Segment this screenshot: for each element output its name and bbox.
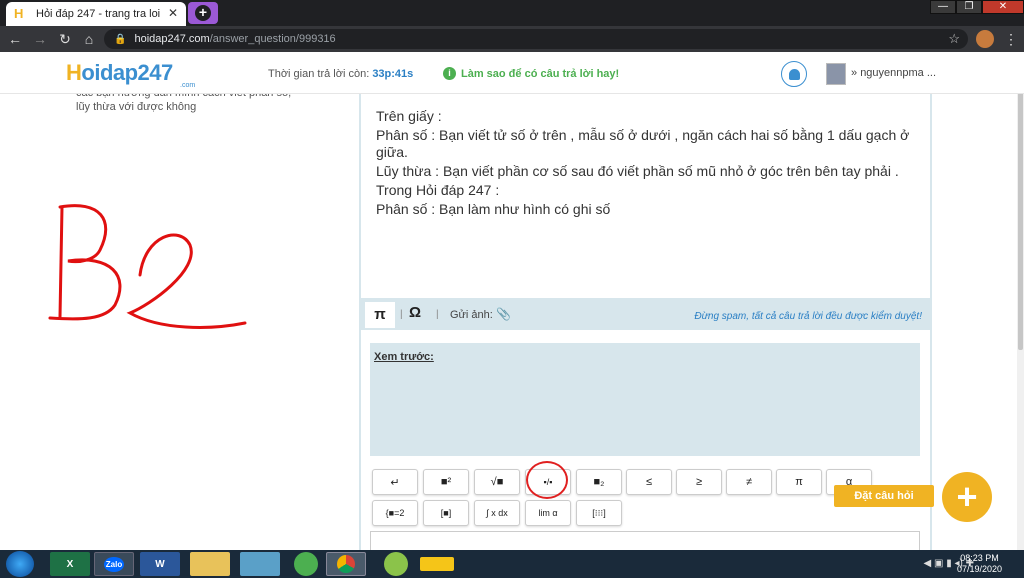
math-tab-button[interactable]: π xyxy=(365,302,395,328)
integral-button[interactable]: ∫ x dx xyxy=(474,500,520,526)
limit-button[interactable]: lim α xyxy=(525,500,571,526)
timer-label: Thời gian trả lời còn: xyxy=(268,68,370,80)
answer-content[interactable]: Trên giấy : Phân số : Bạn viết tử số ở t… xyxy=(361,94,930,298)
start-button[interactable] xyxy=(6,551,34,577)
plus-icon: + xyxy=(195,5,211,21)
zalo-icon: Zalo xyxy=(103,556,125,572)
not-equal-button[interactable]: ≠ xyxy=(726,469,772,495)
symbol-tab-button[interactable]: Ω xyxy=(409,304,421,321)
answer-tip-link[interactable]: i Làm sao để có câu trả lời hay! xyxy=(443,67,619,80)
chrome-taskbar-button[interactable] xyxy=(326,552,366,576)
taskbar-clock[interactable]: 08:23 PM 07/19/2020 xyxy=(957,553,1002,575)
clock-time: 08:23 PM xyxy=(960,553,999,563)
crayola-icon[interactable] xyxy=(420,557,454,571)
upload-image-label: Gửi ảnh: xyxy=(450,309,493,321)
answer-line: Phân số : Bạn viết tử số ở trên , mẫu số… xyxy=(376,127,910,160)
grid-button[interactable]: [⁝⁝⁝] xyxy=(576,500,622,526)
ask-question-button[interactable]: + xyxy=(942,472,992,522)
site-logo[interactable]: Hoidap247 xyxy=(66,60,173,86)
browser-titlebar: H Hỏi đáp 247 - trang tra loi ✕ + — ❐ ✕ xyxy=(0,0,1024,26)
handwritten-b2-annotation xyxy=(48,204,247,329)
preview-label: Xem trước: xyxy=(374,351,434,363)
address-bar[interactable]: 🔒 hoidap247.com /answer_question/999316 … xyxy=(104,29,968,49)
answer-line: Trên giấy : xyxy=(376,108,442,124)
answer-timer: Thời gian trả lời còn: 33p:41s xyxy=(268,68,413,80)
answer-line: Lũy thừa : Bạn viết phần cơ số sau đó vi… xyxy=(376,163,899,179)
url-host: hoidap247.com xyxy=(134,33,210,45)
tab-title: Hỏi đáp 247 - trang tra loi xyxy=(36,8,161,20)
word-icon[interactable]: W xyxy=(140,552,180,576)
preview-box: Xem trước: xyxy=(370,343,920,456)
site-header: Hoidap247 .com Thời gian trả lời còn: 33… xyxy=(0,52,1024,94)
subscript-button[interactable]: ■₂ xyxy=(576,469,622,495)
matrix-button[interactable]: [■] xyxy=(423,500,469,526)
profile-avatar[interactable] xyxy=(976,30,994,48)
new-tab-button[interactable]: + xyxy=(188,2,218,24)
browser-tab[interactable]: H Hỏi đáp 247 - trang tra loi ✕ xyxy=(6,2,186,26)
answer-line: Trong Hỏi đáp 247 : xyxy=(376,182,500,198)
red-highlight-circle xyxy=(526,461,568,499)
plus-icon: + xyxy=(956,476,978,517)
greater-equal-button[interactable]: ≥ xyxy=(676,469,722,495)
back-arrow-icon[interactable]: ← xyxy=(6,30,24,48)
browser-menu-icon[interactable]: ⋮ xyxy=(1004,30,1018,48)
editor-toolbar: π | Ω | Gửi ảnh: 📎 Đừng spam, tất cả câu… xyxy=(361,298,930,330)
lock-icon: 🔒 xyxy=(114,33,127,45)
window-controls: — ❐ ✕ xyxy=(930,0,1024,14)
app-icon[interactable] xyxy=(240,552,280,576)
bookmark-star-icon[interactable]: ☆ xyxy=(948,31,960,47)
zalo-taskbar-button[interactable]: Zalo xyxy=(94,552,134,576)
minimize-button[interactable]: — xyxy=(930,0,956,14)
toolbar-divider: | xyxy=(400,309,403,320)
question-line-2: lũy thừa với được không xyxy=(76,101,197,113)
newline-button[interactable]: ↵ xyxy=(372,469,418,495)
less-equal-button[interactable]: ≤ xyxy=(626,469,672,495)
root-button[interactable]: √■ xyxy=(474,469,520,495)
coccoc-icon[interactable] xyxy=(294,552,318,576)
scrollbar-thumb[interactable] xyxy=(1018,60,1023,350)
home-icon[interactable]: ⌂ xyxy=(80,30,98,48)
file-explorer-icon[interactable] xyxy=(190,552,230,576)
pi-button[interactable]: π xyxy=(776,469,822,495)
tip-text: Làm sao để có câu trả lời hay! xyxy=(461,67,620,80)
logo-sub: .com xyxy=(180,82,196,89)
window-close-button[interactable]: ✕ xyxy=(982,0,1024,14)
reload-icon[interactable]: ↻ xyxy=(56,30,74,48)
excel-icon[interactable]: X xyxy=(50,552,90,576)
user-avatar[interactable] xyxy=(826,63,846,85)
paperclip-icon[interactable]: 📎 xyxy=(496,307,511,321)
paint-icon[interactable] xyxy=(384,552,408,576)
notification-bell-icon[interactable] xyxy=(781,61,807,87)
username-text: nguyennpma ... xyxy=(860,67,937,79)
url-path: /answer_question/999316 xyxy=(209,33,336,45)
no-spam-notice: Đừng spam, tất cả câu trả lời đều được k… xyxy=(694,311,922,322)
ask-question-label[interactable]: Đặt câu hỏi xyxy=(834,485,934,507)
answer-input[interactable] xyxy=(370,531,920,550)
chrome-icon xyxy=(337,555,355,573)
logo-text: oidap247 xyxy=(81,60,173,85)
timer-value: 33p:41s xyxy=(372,68,414,80)
chevron-down-icon: » xyxy=(851,67,858,79)
forward-arrow-icon[interactable]: → xyxy=(31,30,49,48)
toolbar-divider: | xyxy=(436,309,439,320)
power-button[interactable]: ■² xyxy=(423,469,469,495)
info-icon: i xyxy=(443,67,456,80)
user-menu[interactable]: » nguyennpma ... xyxy=(851,67,936,79)
system-button[interactable]: {■=2 xyxy=(372,500,418,526)
tab-close-icon[interactable]: ✕ xyxy=(168,6,178,20)
hoidap-favicon-icon: H xyxy=(14,6,24,21)
windows-taskbar: X Zalo W ◀ ▣ ▮ ◂) ✚ 08:23 PM 07/19/2020 xyxy=(0,550,1024,578)
maximize-button[interactable]: ❐ xyxy=(956,0,982,14)
clock-date: 07/19/2020 xyxy=(956,564,1002,574)
answer-line: Phân số : Bạn làm như hình có ghi số xyxy=(376,201,611,217)
browser-toolbar: ← → ↻ ⌂ 🔒 hoidap247.com /answer_question… xyxy=(0,26,1024,52)
